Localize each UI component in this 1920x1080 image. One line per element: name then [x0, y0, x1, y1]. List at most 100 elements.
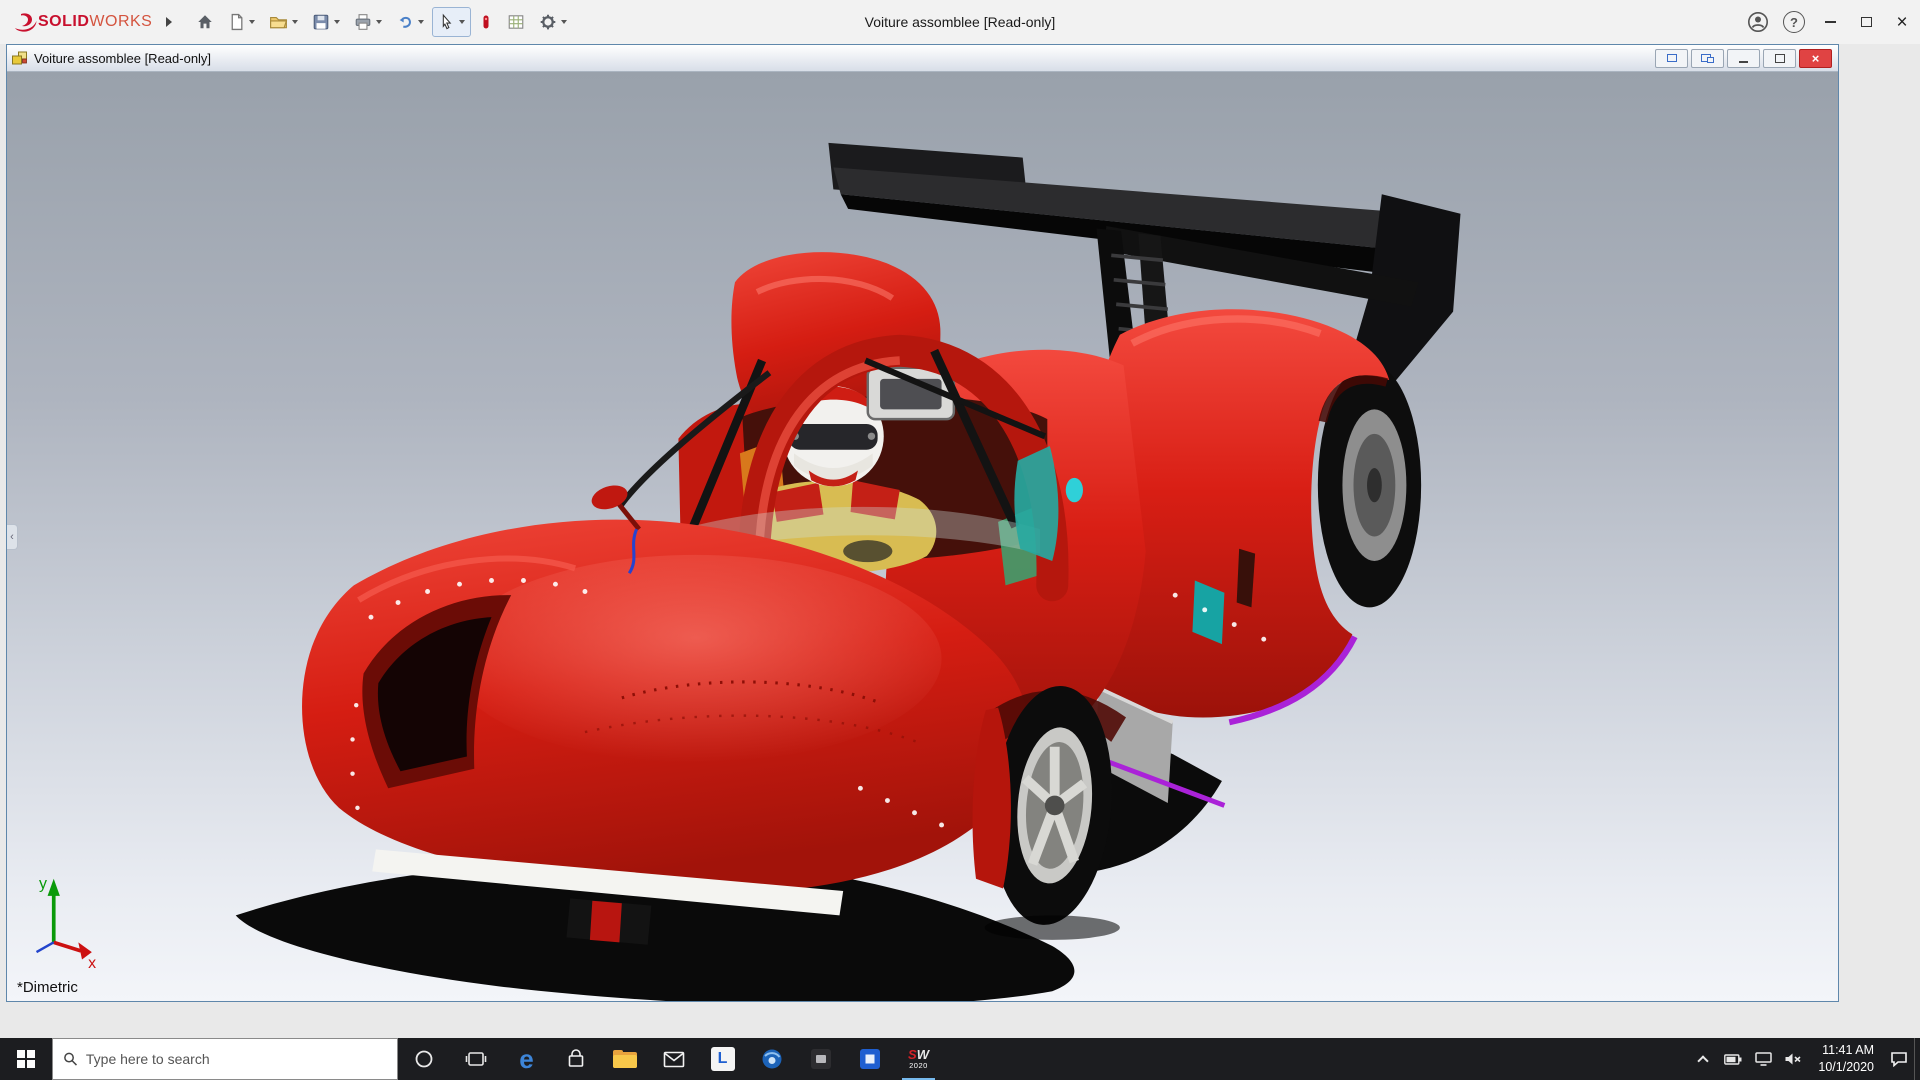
speaker-muted-icon	[1785, 1053, 1801, 1065]
taskbar-app-composer[interactable]	[747, 1038, 796, 1080]
action-center-icon	[1891, 1052, 1907, 1067]
taskbar-search[interactable]	[52, 1038, 398, 1080]
taskbar-app-solidworks[interactable]: SW 2020	[894, 1038, 943, 1080]
print-button[interactable]	[348, 7, 388, 37]
doc-minimize-icon	[1739, 61, 1748, 63]
help-button[interactable]: ?	[1776, 0, 1812, 44]
document-window-buttons: ×	[1655, 48, 1832, 68]
document-title: Voiture assomblee [Read-only]	[34, 50, 212, 66]
document-titlebar[interactable]: Voiture assomblee [Read-only] ×	[7, 45, 1838, 72]
dropdown-caret-icon[interactable]	[561, 20, 568, 24]
close-icon: ×	[1896, 11, 1908, 33]
close-button[interactable]: ×	[1884, 0, 1920, 44]
document-window: Voiture assomblee [Read-only] × x y ‹ *D…	[6, 44, 1839, 1002]
tray-battery-button[interactable]	[1718, 1038, 1748, 1080]
undo-icon	[399, 16, 412, 28]
undo-button[interactable]	[390, 7, 430, 37]
taskbar-app-edge[interactable]: e	[502, 1038, 551, 1080]
splitter-post	[589, 900, 622, 943]
taskbar-app-blue[interactable]	[845, 1038, 894, 1080]
feature-tree-collapse-tab[interactable]: ‹	[7, 524, 18, 550]
assembly-document-icon	[12, 51, 27, 65]
y-axis-label: y	[39, 876, 47, 893]
doc-close-button[interactable]: ×	[1799, 48, 1832, 68]
chevron-up-icon	[1697, 1054, 1710, 1067]
doc-minimize-button[interactable]	[1727, 48, 1760, 68]
user-account-icon	[1748, 12, 1768, 32]
dropdown-caret-icon[interactable]	[292, 20, 299, 24]
doc-restore-icon	[1774, 53, 1785, 63]
x-axis-label: x	[88, 955, 96, 972]
dropdown-caret-icon[interactable]	[249, 20, 256, 24]
dropdown-caret-icon[interactable]	[459, 20, 466, 24]
home-button[interactable]	[190, 7, 220, 37]
car-3d-model[interactable]: x y	[7, 72, 1838, 1001]
float-window-icon	[1666, 54, 1677, 62]
brand-flyout-arrow-icon[interactable]	[166, 17, 173, 27]
collapse-arrow-icon: ‹	[10, 531, 14, 543]
dropdown-caret-icon[interactable]	[418, 20, 425, 24]
mail-envelope-icon	[663, 1051, 684, 1067]
quick-access-toolbar	[190, 7, 573, 37]
taskbar-app-mail[interactable]	[649, 1038, 698, 1080]
clock-time: 11:41 AM	[1822, 1043, 1874, 1058]
red-pill-icon	[483, 15, 489, 29]
l-app-icon: L	[710, 1047, 735, 1071]
cyan-marker	[1065, 477, 1083, 503]
open-folder-icon	[270, 16, 288, 29]
new-document-button[interactable]	[222, 7, 261, 37]
blue-sphere-app-icon	[762, 1049, 781, 1069]
solidworks-2020-icon: SW 2020	[908, 1047, 929, 1071]
save-button[interactable]	[306, 7, 346, 37]
help-icon: ?	[1783, 11, 1805, 33]
dropdown-caret-icon[interactable]	[376, 20, 383, 24]
tray-volume-button[interactable]	[1778, 1038, 1808, 1080]
graphics-viewport[interactable]: x y ‹ *Dimetric	[7, 72, 1838, 1001]
show-desktop-button[interactable]	[1914, 1038, 1920, 1080]
search-icon	[64, 1052, 78, 1066]
minimize-button[interactable]	[1812, 0, 1848, 44]
snapshot-button[interactable]	[473, 7, 499, 37]
start-button[interactable]	[0, 1038, 52, 1080]
search-input[interactable]	[85, 1051, 387, 1067]
cortana-button[interactable]	[398, 1038, 450, 1080]
taskbar-app-dark[interactable]	[796, 1038, 845, 1080]
home-icon	[198, 15, 213, 29]
teal-windscreen-panel[interactable]	[1014, 446, 1059, 561]
maximize-button[interactable]	[1848, 0, 1884, 44]
print-icon	[356, 14, 371, 30]
taskbar-app-l[interactable]: L	[698, 1038, 747, 1080]
taskbar-app-store[interactable]	[551, 1038, 600, 1080]
table-sheet-icon	[509, 15, 524, 29]
tray-network-button[interactable]	[1748, 1038, 1778, 1080]
view-orientation-label: *Dimetric	[17, 979, 78, 996]
account-button[interactable]	[1740, 0, 1776, 44]
doc-float-window-button[interactable]	[1655, 48, 1688, 68]
brand-text-solid: SOLID	[38, 13, 90, 30]
design-table-button[interactable]	[501, 7, 531, 37]
app-titlebar: SOLID WORKS Voiture assomblee [Read-only…	[0, 0, 1920, 44]
task-view-icon	[465, 1052, 487, 1066]
task-view-button[interactable]	[450, 1038, 502, 1080]
action-center-button[interactable]	[1884, 1038, 1914, 1080]
tray-overflow-button[interactable]	[1688, 1038, 1718, 1080]
orientation-triad: x y	[35, 876, 96, 972]
dropdown-caret-icon[interactable]	[334, 20, 341, 24]
open-document-button[interactable]	[263, 7, 304, 37]
doc-restore-button[interactable]	[1763, 48, 1796, 68]
gear-icon	[541, 14, 556, 30]
cortana-icon	[415, 1050, 433, 1068]
solidworks-brand: SOLID WORKS	[12, 12, 173, 32]
taskbar-clock[interactable]: 11:41 AM 10/1/2020	[1808, 1042, 1884, 1076]
front-wheel[interactable]	[972, 681, 1127, 940]
options-button[interactable]	[533, 7, 573, 37]
battery-icon	[1724, 1053, 1742, 1065]
select-tool-button[interactable]	[432, 7, 472, 37]
help-glyph: ?	[1790, 14, 1798, 30]
edge-icon: e	[519, 1044, 534, 1074]
taskbar-app-file-explorer[interactable]	[600, 1038, 649, 1080]
doc-close-icon: ×	[1811, 50, 1820, 66]
brand-text-works: WORKS	[89, 13, 153, 30]
windows-taskbar: e L	[0, 1038, 1920, 1080]
doc-tile-windows-button[interactable]	[1691, 48, 1724, 68]
